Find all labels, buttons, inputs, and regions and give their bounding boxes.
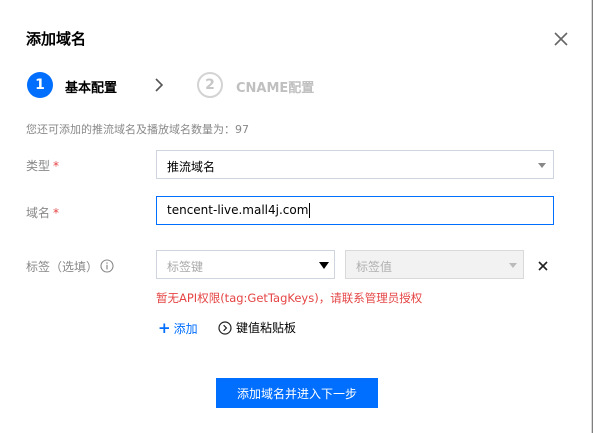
domain-label: 域名 * (26, 204, 59, 221)
domain-label-text: 域名 (26, 206, 51, 220)
type-label: 类型 * (26, 157, 59, 174)
domain-input-value: tencent-live.mall4j.com (167, 203, 309, 217)
step-1-number: 1 (27, 72, 53, 98)
step-2-number: 2 (197, 72, 223, 98)
tags-label: 标签（选填） (26, 260, 99, 274)
caret-down-icon (319, 262, 329, 269)
step-1-label: 基本配置 (65, 81, 118, 96)
step-2-label: CNAME配置 (236, 81, 315, 96)
required-mark: * (53, 159, 60, 173)
plus-icon: + (158, 319, 171, 337)
circle-chevron-right-icon (218, 321, 232, 335)
domain-quota-hint: 您还可添加的推流域名及播放域名数量为：97 (26, 123, 249, 136)
chevron-right-icon (155, 78, 164, 92)
tag-paste-board-label: 键值粘贴板 (236, 321, 297, 335)
type-label-text: 类型 (26, 159, 51, 173)
add-tag-button[interactable]: + 添加 (158, 319, 198, 337)
info-icon[interactable] (100, 259, 114, 273)
close-icon[interactable] (552, 30, 570, 48)
dialog-title: 添加域名 (26, 30, 87, 48)
tag-value-select[interactable]: 标签值 (345, 250, 524, 279)
tag-key-select[interactable]: 标签键 (156, 250, 335, 279)
tag-paste-board-button[interactable]: 键值粘贴板 (218, 319, 296, 336)
add-tag-label: 添加 (173, 322, 198, 336)
required-mark: * (53, 206, 60, 220)
remove-tag-icon[interactable] (537, 260, 549, 272)
caret-down-icon (509, 263, 517, 268)
type-select[interactable]: 推流域名 (156, 150, 554, 179)
add-and-next-button[interactable]: 添加域名并进入下一步 (216, 378, 378, 408)
tag-permission-error: 暂无API权限(tag:GetTagKeys)，请联系管理员授权 (156, 291, 423, 305)
type-select-value: 推流域名 (167, 160, 216, 174)
text-cursor (309, 203, 311, 218)
add-domain-dialog: 添加域名 1 基本配置 2 CNAME配置 您还可添加的推流域名及播放域名数量为… (0, 0, 592, 433)
tag-value-placeholder: 标签值 (356, 260, 393, 274)
tag-key-placeholder: 标签键 (167, 260, 204, 274)
caret-down-icon (538, 163, 546, 168)
domain-input[interactable]: tencent-live.mall4j.com (156, 196, 554, 225)
